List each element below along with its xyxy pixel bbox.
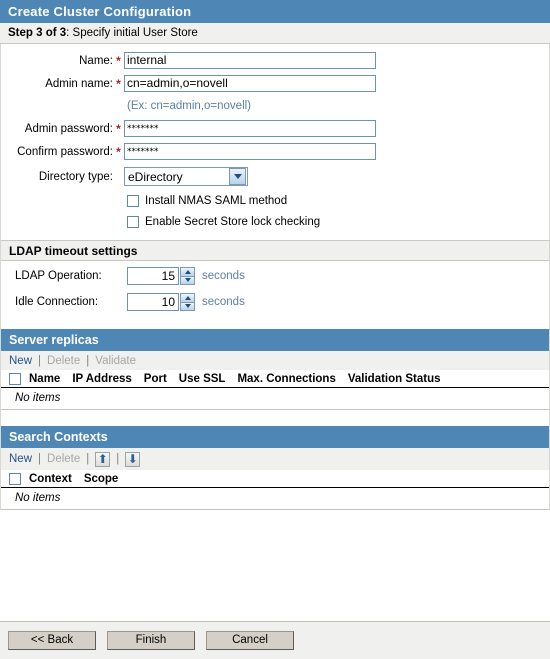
idle-connection-label: Idle Connection: <box>15 295 99 308</box>
search-contexts-section-header: Search Contexts <box>1 426 549 448</box>
server-replicas-new-link[interactable]: New <box>9 355 32 367</box>
cancel-button[interactable]: Cancel <box>206 631 294 650</box>
page-title: Create Cluster Configuration <box>8 4 192 19</box>
form-row-name: Name: * internal <box>1 49 549 72</box>
server-replicas-toolbar: New | Delete | Validate <box>1 351 549 370</box>
form-row-directory-type: Directory type: * eDirectory <box>1 163 549 190</box>
admin-name-input[interactable]: cn=admin,o=novell <box>124 75 376 92</box>
idle-connection-row: Idle Connection: 10 seconds <box>1 290 549 313</box>
search-contexts-empty-message: No items <box>1 488 549 510</box>
toolbar-separator: | <box>86 354 90 367</box>
directory-type-label: Directory type: <box>38 170 113 183</box>
enable-secret-store-lock-label: Enable Secret Store lock checking <box>145 215 321 228</box>
dialog-footer: << Back Finish Cancel <box>0 621 550 659</box>
server-replicas-validate-link: Validate <box>95 354 136 367</box>
idle-connection-input[interactable]: 10 <box>127 292 179 311</box>
chevron-down-icon[interactable] <box>229 168 246 185</box>
stepper-down-icon[interactable] <box>180 301 195 311</box>
column-header-validation-status: Validation Status <box>347 372 441 385</box>
directory-type-required-marker: * <box>113 170 124 184</box>
user-store-form: Name: * internal Admin name: * cn=admin,… <box>1 44 549 232</box>
install-nmas-saml-checkbox[interactable] <box>127 194 139 207</box>
ldap-operation-units: seconds <box>202 269 245 282</box>
column-header-use-ssl: Use SSL <box>178 372 226 385</box>
confirm-password-label: Confirm password: <box>17 145 113 158</box>
toolbar-separator: | <box>38 453 42 465</box>
dialog-title-bar: Create Cluster Configuration <box>0 0 550 23</box>
server-replicas-section-header: Server replicas <box>1 329 549 351</box>
search-contexts-new-link[interactable]: New <box>9 453 32 465</box>
ldap-timeout-section-header: LDAP timeout settings <box>1 240 549 261</box>
name-required-marker: * <box>116 53 121 68</box>
stepper-up-icon[interactable] <box>180 266 195 276</box>
server-replicas-table-header: Name IP Address Port Use SSL Max. Connec… <box>1 370 549 388</box>
admin-password-label: Admin password: <box>24 122 113 135</box>
step-description: Specify initial User Store <box>72 27 198 39</box>
search-contexts-table-header: Context Scope <box>1 470 549 488</box>
stepper-down-icon[interactable] <box>180 275 195 285</box>
install-nmas-saml-row[interactable]: Install NMAS SAML method <box>1 190 549 211</box>
create-cluster-configuration-dialog: Create Cluster Configuration Step 3 of 3… <box>0 0 550 659</box>
directory-type-select[interactable]: eDirectory <box>124 167 248 186</box>
column-header-scope: Scope <box>83 472 119 485</box>
finish-button[interactable]: Finish <box>107 631 195 650</box>
search-contexts-delete-link: Delete <box>47 453 81 465</box>
arrow-down-icon[interactable]: ⬇ <box>125 451 141 467</box>
form-row-admin-password: Admin password: * ******* <box>1 117 549 140</box>
admin-password-input[interactable]: ******* <box>124 120 376 137</box>
toolbar-separator: | <box>116 453 120 465</box>
server-replicas-empty-message: No items <box>1 388 549 410</box>
idle-connection-units: seconds <box>202 295 245 308</box>
toolbar-separator: | <box>38 354 42 367</box>
back-button[interactable]: << Back <box>8 631 96 650</box>
install-nmas-saml-label: Install NMAS SAML method <box>145 194 288 207</box>
column-header-max-connections: Max. Connections <box>237 372 336 385</box>
column-header-ip-address: IP Address <box>72 372 132 385</box>
confirm-password-input[interactable]: ******* <box>124 143 376 160</box>
admin-password-required-marker: * <box>116 121 121 136</box>
enable-secret-store-lock-checkbox[interactable] <box>127 215 139 228</box>
enable-secret-store-lock-row[interactable]: Enable Secret Store lock checking <box>1 211 549 232</box>
server-replicas-select-all-checkbox[interactable] <box>9 372 21 385</box>
admin-name-label: Admin name: <box>45 77 113 90</box>
admin-name-hint: (Ex: cn=admin,o=novell) <box>127 100 252 112</box>
column-header-port: Port <box>143 372 167 385</box>
stepper-up-icon[interactable] <box>180 292 195 302</box>
form-row-confirm-password: Confirm password: * ******* <box>1 140 549 163</box>
server-replicas-delete-link: Delete <box>47 354 81 367</box>
step-indicator: Step 3 of 3: Specify initial User Store <box>0 23 550 44</box>
idle-connection-stepper[interactable] <box>180 292 195 311</box>
search-contexts-select-all-checkbox[interactable] <box>9 472 21 485</box>
ldap-operation-label: LDAP Operation: <box>15 269 102 282</box>
ldap-operation-input[interactable]: 15 <box>127 266 179 285</box>
dialog-body: Name: * internal Admin name: * cn=admin,… <box>0 44 550 510</box>
arrow-up-icon[interactable]: ⬆ <box>95 451 111 467</box>
ldap-operation-row: LDAP Operation: 15 seconds <box>1 264 549 287</box>
column-header-context: Context <box>29 472 72 485</box>
name-input[interactable]: internal <box>124 52 376 69</box>
confirm-password-required-marker: * <box>116 144 121 159</box>
search-contexts-toolbar: New | Delete | ⬆ | ⬇ <box>1 448 549 470</box>
step-label: Step 3 of 3 <box>8 27 67 39</box>
ldap-operation-stepper[interactable] <box>180 266 195 285</box>
column-header-name: Name <box>29 372 61 385</box>
admin-name-required-marker: * <box>116 76 121 91</box>
form-row-admin-name: Admin name: * cn=admin,o=novell <box>1 72 549 95</box>
directory-type-selected-value: eDirectory <box>128 169 183 184</box>
toolbar-separator: | <box>86 453 90 465</box>
name-label: Name: <box>79 54 113 67</box>
